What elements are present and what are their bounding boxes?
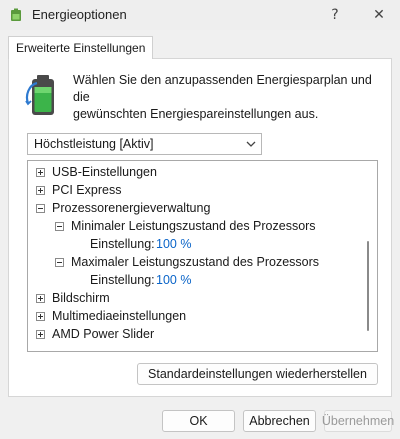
apply-button[interactable]: Übernehmen	[322, 410, 394, 432]
title-bar: Energieoptionen ? ✕	[0, 0, 400, 30]
power-options-icon	[11, 8, 21, 21]
tree-label-min-state: Minimaler Leistungszustand des Prozessor…	[71, 219, 316, 233]
settings-tree[interactable]: USB-Einstellungen PCI Express Prozessore…	[27, 160, 378, 352]
help-icon: ?	[331, 7, 339, 23]
tree-item-cpu[interactable]: Prozessorenergieverwaltung	[36, 199, 356, 217]
cancel-button[interactable]: Abbrechen	[243, 410, 316, 432]
close-icon: ✕	[373, 7, 385, 23]
expand-icon[interactable]	[36, 312, 45, 321]
collapse-icon[interactable]	[55, 222, 64, 231]
collapse-icon[interactable]	[36, 204, 45, 213]
expand-icon[interactable]	[36, 186, 45, 195]
tree-item-min-state[interactable]: Minimaler Leistungszustand des Prozessor…	[55, 217, 355, 235]
chevron-down-icon	[246, 141, 256, 147]
window-title: Energieoptionen	[32, 7, 127, 22]
scrollbar-thumb[interactable]	[367, 241, 369, 331]
tree-item-min-setting[interactable]: Einstellung: 100 %	[90, 235, 290, 253]
description-line-2: gewünschten Energiespareinstellungen aus…	[73, 107, 319, 121]
power-plan-select[interactable]: Höchstleistung [Aktiv]	[27, 133, 262, 155]
expand-icon[interactable]	[36, 330, 45, 339]
tree-item-display[interactable]: Bildschirm	[36, 289, 356, 307]
power-plan-value: Höchstleistung [Aktiv]	[34, 137, 154, 151]
close-button[interactable]: ✕	[357, 0, 400, 30]
tree-label-pci: PCI Express	[52, 183, 122, 197]
tree-item-multimedia[interactable]: Multimediaeinstellungen	[36, 307, 356, 325]
expand-icon[interactable]	[36, 294, 45, 303]
setting-label: Einstellung:	[90, 237, 155, 251]
tree-label-usb: USB-Einstellungen	[52, 165, 157, 179]
tree-label-display: Bildschirm	[52, 291, 110, 305]
expand-icon[interactable]	[36, 168, 45, 177]
tree-item-max-setting[interactable]: Einstellung: 100 %	[90, 271, 290, 289]
collapse-icon[interactable]	[55, 258, 64, 267]
tree-item-usb[interactable]: USB-Einstellungen	[36, 163, 356, 181]
setting-label: Einstellung:	[90, 273, 155, 287]
ok-button[interactable]: OK	[162, 410, 235, 432]
restore-defaults-button[interactable]: Standardeinstellungen wiederherstellen	[137, 363, 378, 385]
plan-description: Wählen Sie den anzupassenden Energiespar…	[73, 72, 373, 123]
max-setting-value-link[interactable]: 100 %	[156, 273, 191, 287]
tree-item-pci[interactable]: PCI Express	[36, 181, 356, 199]
tree-label-cpu: Prozessorenergieverwaltung	[52, 201, 211, 215]
tree-label-multimedia: Multimediaeinstellungen	[52, 309, 187, 323]
tab-erweiterte-einstellungen[interactable]: Erweiterte Einstellungen	[8, 36, 154, 59]
tab-label: Erweiterte Einstellungen	[16, 41, 146, 55]
tree-label-amd: AMD Power Slider	[52, 327, 155, 341]
min-setting-value-link[interactable]: 100 %	[156, 237, 191, 251]
help-button[interactable]: ?	[313, 0, 357, 30]
description-line-1: Wählen Sie den anzupassenden Energiespar…	[73, 73, 372, 104]
tree-item-max-state[interactable]: Maximaler Leistungszustand des Prozessor…	[55, 253, 355, 271]
tree-label-max-state: Maximaler Leistungszustand des Prozessor…	[71, 255, 320, 269]
tree-item-amd[interactable]: AMD Power Slider	[36, 325, 356, 343]
battery-power-plan-icon	[25, 75, 54, 115]
